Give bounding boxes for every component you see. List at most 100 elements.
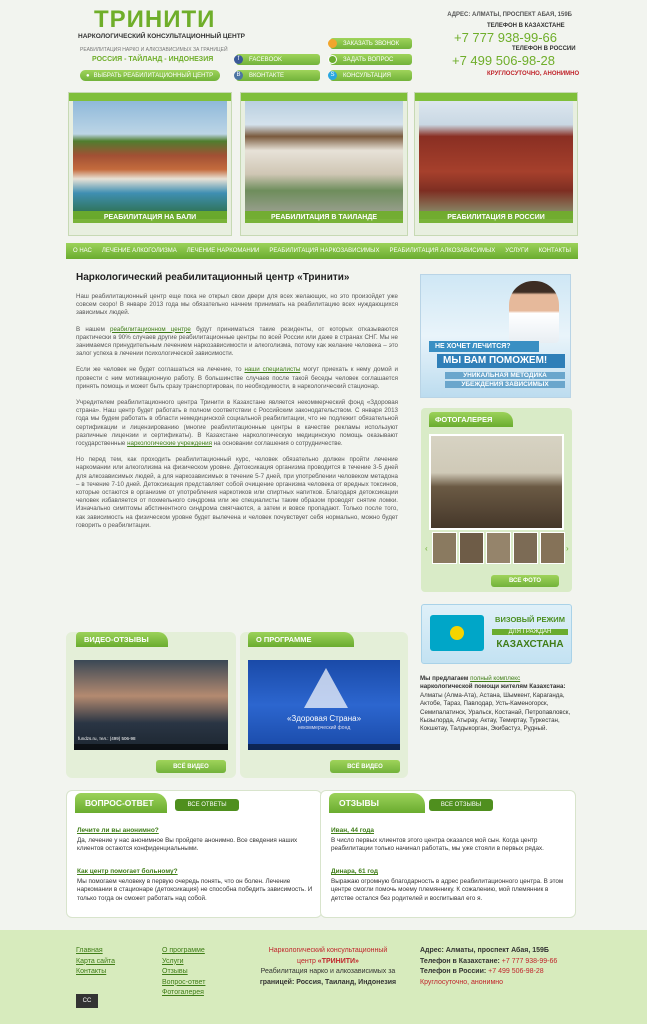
article-paragraph: Но перед тем, как проходить реабилитацио… [76, 456, 398, 529]
article-title: Наркологический реабилитационный центр «… [76, 272, 350, 283]
choose-center-button[interactable]: ● ВЫБРАТЬ РЕАБИЛИТАЦИОННЫЙ ЦЕНТР [80, 70, 220, 81]
banner-russia[interactable]: РЕАБИЛИТАЦИЯ В РОССИИ [414, 92, 578, 236]
article-paragraph: Если же человек не будет соглашаться на … [76, 366, 398, 390]
promo-method-1: УНИКАЛЬНАЯ МЕТОДИКА [445, 372, 565, 379]
gallery-main-photo[interactable] [429, 434, 564, 530]
banner-bali-photo [73, 101, 227, 219]
choose-center-label: ВЫБРАТЬ РЕАБИЛИТАЦИОННЫЙ ЦЕНТР [93, 72, 214, 79]
footer-link-contacts[interactable]: Контакты [76, 967, 115, 978]
full-complex-link[interactable]: полный комплекс [470, 675, 520, 682]
faq-title: ВОПРОС-ОТВЕТ [75, 793, 167, 813]
article-paragraph: В нашем реабилитационном центре будут пр… [76, 325, 398, 358]
foundation-logo-icon [304, 668, 348, 708]
phone-kz[interactable]: +7 777 938-99-66 [454, 30, 557, 45]
banner-bali-ribbon [69, 93, 231, 101]
institutions-link[interactable]: наркологические учреждения [127, 440, 212, 447]
consultation-button[interactable]: S КОНСУЛЬТАЦИЯ [328, 70, 412, 81]
video-player-about[interactable]: «Здоровая Страна» некоммерческий фонд [248, 660, 400, 750]
nav-contacts[interactable]: КОНТАКТЫ [539, 248, 571, 254]
banner-russia-ribbon [415, 93, 577, 101]
footer-cc-badge[interactable]: CC [76, 994, 98, 1008]
gallery-thumb[interactable] [486, 532, 511, 564]
reviews-all-button[interactable]: ВСЕ ОТЗЫВЫ [429, 799, 493, 811]
review-author[interactable]: Иван, 44 года [331, 827, 374, 834]
facebook-icon: f [234, 55, 243, 64]
footer-link-home[interactable]: Главная [76, 946, 115, 957]
faq-question[interactable]: Как центр помогает больному? [77, 868, 178, 875]
gallery-all-button[interactable]: ВСЕ ФОТО [491, 575, 559, 587]
gallery-title: ФОТОГАЛЕРЕЯ [429, 412, 513, 427]
phone-ru-label: ТЕЛЕФОН В РОССИИ [512, 46, 576, 52]
foundation-logo-subtext: некоммерческий фонд [297, 725, 351, 731]
faq-all-button[interactable]: ВСЕ ОТВЕТЫ [175, 799, 239, 811]
gallery: ФОТОГАЛЕРЕЯ ‹ › ВСЕ ФОТО [421, 408, 572, 592]
rehab-center-link[interactable]: реабилитационном центре [110, 326, 191, 333]
question-icon [328, 55, 337, 64]
faq-box: ВОПРОС-ОТВЕТ ВСЕ ОТВЕТЫ Лечите ли вы ано… [66, 790, 322, 918]
gallery-thumb[interactable] [459, 532, 484, 564]
footer-link-faq[interactable]: Вопрос-ответ [162, 978, 205, 989]
promo-question: НЕ ХОЧЕТ ЛЕЧИТСЯ? [429, 341, 539, 352]
gallery-thumb[interactable] [540, 532, 565, 564]
header: ТРИНИТИ НАРКОЛОГИЧЕСКИЙ КОНСУЛЬТАЦИОННЫЙ… [0, 0, 647, 92]
footer-link-services[interactable]: Услуги [162, 957, 205, 968]
gallery-thumb[interactable] [513, 532, 538, 564]
main-nav: О НАС ЛЕЧЕНИЕ АЛКОГОЛИЗМА ЛЕЧЕНИЕ НАРКОМ… [66, 243, 578, 259]
reviews-title: ОТЗЫВЫ [329, 793, 425, 813]
review-text: Выражаю огромную благодарность в адрес р… [331, 878, 564, 902]
visa-line-2: ДЛЯ ГРАЖДАН [492, 629, 568, 635]
location-icon: ● [86, 72, 90, 79]
visa-banner[interactable]: ВИЗОВЫЙ РЕЖИМ ДЛЯ ГРАЖДАН КАЗАХСТАНА [421, 604, 572, 664]
nav-drug-addiction[interactable]: ЛЕЧЕНИЕ НАРКОМАНИИ [187, 248, 260, 254]
visa-line-1: ВИЗОВЫЙ РЕЖИМ [495, 615, 565, 624]
faq-question[interactable]: Лечите ли вы анонимно? [77, 827, 159, 834]
nav-drug-rehab[interactable]: РЕАБИЛИТАЦИЯ НАРКОЗАВИСИМЫХ [269, 248, 379, 254]
nav-alcohol-rehab[interactable]: РЕАБИЛИТАЦИЯ АЛКОЗАВИСИМЫХ [389, 248, 495, 254]
footer-link-program[interactable]: О программе [162, 946, 205, 957]
specialists-link[interactable]: наши специалисты [244, 366, 300, 373]
ask-question-label: ЗАДАТЬ ВОПРОС [343, 56, 394, 63]
banner-bali[interactable]: РЕАБИЛИТАЦИЯ НА БАЛИ [68, 92, 232, 236]
order-call-button[interactable]: ЗАКАЗАТЬ ЗВОНОК [328, 38, 412, 49]
video-player-reviews[interactable]: fundzs.ru, тел.: (499) 506-98 [74, 660, 228, 750]
footer-link-reviews[interactable]: Отзывы [162, 967, 205, 978]
facebook-label: FACEBOOK [249, 56, 283, 63]
facebook-button[interactable]: f FACEBOOK [234, 54, 320, 65]
gallery-prev-button[interactable]: ‹ [425, 544, 431, 558]
order-call-label: ЗАКАЗАТЬ ЗВОНОК [343, 40, 400, 47]
ask-question-button[interactable]: ЗАДАТЬ ВОПРОС [328, 54, 412, 65]
review-text: В число первых клиентов этого центра ока… [331, 837, 544, 853]
promo-banner[interactable]: НЕ ХОЧЕТ ЛЕЧИТСЯ? МЫ ВАМ ПОМОЖЕМ! УНИКАЛ… [420, 274, 571, 398]
logo[interactable]: ТРИНИТИ [94, 6, 215, 34]
promo-method-2: УБЕЖДЕНИЯ ЗАВИСИМЫХ [445, 381, 565, 388]
play-controls[interactable] [74, 744, 228, 750]
gallery-next-button[interactable]: › [566, 544, 572, 558]
faq-answer: Да, лечение у нас анонимное Вы пройдете … [77, 837, 298, 853]
play-controls[interactable] [248, 744, 400, 750]
reviews-box: ОТЗЫВЫ ВСЕ ОТЗЫВЫ Иван, 44 года В число … [320, 790, 576, 918]
review-author[interactable]: Динара, 61 год [331, 868, 378, 875]
banner-russia-label: РЕАБИЛИТАЦИЯ В РОССИИ [419, 211, 573, 223]
footer-links-1: Главная Карта сайта Контакты [76, 946, 115, 978]
nav-services[interactable]: УСЛУГИ [505, 248, 528, 254]
phone-icon [328, 39, 337, 48]
gallery-thumb[interactable] [432, 532, 457, 564]
video-reviews-all-button[interactable]: ВСЁ ВИДЕО [156, 760, 226, 773]
skype-icon: S [328, 71, 337, 80]
faq-answer: Мы помогаем человеку в первую очередь по… [77, 878, 313, 902]
phone-ru[interactable]: +7 499 506-98-28 [452, 53, 555, 68]
nav-alcoholism[interactable]: ЛЕЧЕНИЕ АЛКОГОЛИЗМА [102, 248, 177, 254]
footer-link-gallery[interactable]: Фотогалерея [162, 988, 205, 999]
about-program-title: О ПРОГРАММЕ [248, 632, 354, 647]
countries: РОССИЯ - ТАЙЛАНД - ИНДОНЕЗИЯ [92, 56, 214, 63]
hours: КРУГЛОСУТОЧНО, АНОНИМНО [487, 71, 580, 77]
doctor-image [509, 281, 559, 343]
nav-about[interactable]: О НАС [73, 248, 92, 254]
visa-line-3: КАЗАХСТАНА [496, 639, 564, 650]
footer-link-sitemap[interactable]: Карта сайта [76, 957, 115, 968]
banner-thailand-ribbon [241, 93, 407, 101]
about-program-all-button[interactable]: ВСЁ ВИДЕО [330, 760, 400, 773]
banner-thailand[interactable]: РЕАБИЛИТАЦИЯ В ТАИЛАНДЕ [240, 92, 408, 236]
vkontakte-button[interactable]: B ВКОНТАКТЕ [234, 70, 320, 81]
banner-thailand-photo [245, 101, 403, 219]
